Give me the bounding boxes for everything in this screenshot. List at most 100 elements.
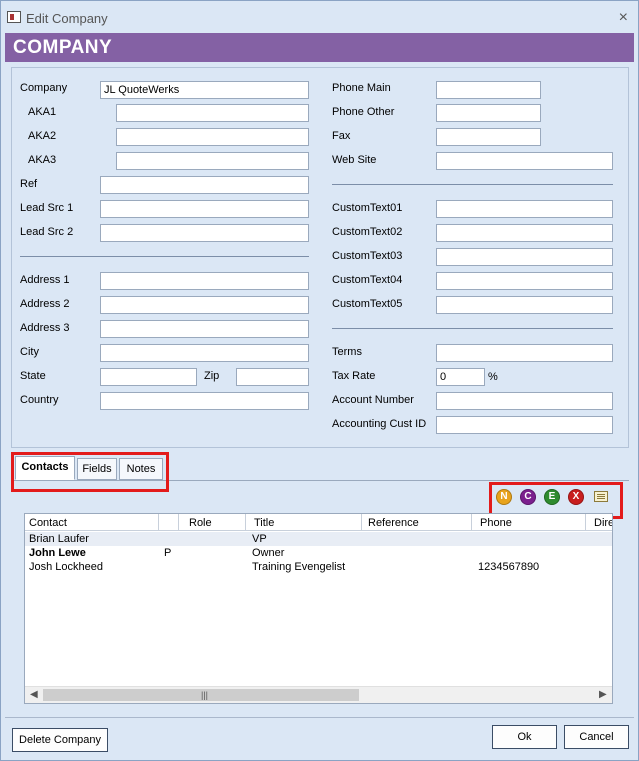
- left-divider-1: [20, 256, 309, 257]
- custom-text-01-input[interactable]: [436, 200, 613, 218]
- terms-input[interactable]: [436, 344, 613, 362]
- tab-fields[interactable]: Fields: [77, 458, 117, 480]
- grid-header: Contact Role Title Reference Phone Dire: [25, 514, 612, 531]
- new-contact-button[interactable]: N: [496, 489, 512, 505]
- column-header-contact[interactable]: Contact: [25, 514, 159, 531]
- phone-main-label: Phone Main: [332, 82, 391, 94]
- table-row[interactable]: Josh Lockheed Training Evengelist 123456…: [25, 560, 612, 574]
- web-site-label: Web Site: [332, 154, 377, 166]
- tax-rate-input[interactable]: [436, 368, 485, 386]
- column-header-title[interactable]: Title: [246, 514, 362, 531]
- custom-text-04-label: CustomText04: [332, 274, 403, 286]
- custom-text-04-input[interactable]: [436, 272, 613, 290]
- column-header-reference[interactable]: Reference: [362, 514, 472, 531]
- table-row[interactable]: John Lewe P Owner: [25, 546, 612, 560]
- cell-title: Training Evengelist: [252, 561, 346, 573]
- lead-src-1-label: Lead Src 1: [20, 202, 74, 214]
- address1-label: Address 1: [20, 274, 70, 286]
- cell-contact: Brian Laufer: [29, 533, 89, 545]
- delete-company-button[interactable]: Delete Company: [12, 728, 108, 752]
- contacts-grid[interactable]: Contact Role Title Reference Phone Dire …: [24, 513, 613, 704]
- cell-contact: John Lewe: [29, 547, 86, 559]
- zip-label: Zip: [204, 370, 220, 382]
- web-site-input[interactable]: [436, 152, 613, 170]
- cell-phone: 1234567890: [478, 561, 540, 573]
- grip-icon: |||: [201, 690, 209, 700]
- tab-notes[interactable]: Notes: [119, 458, 163, 480]
- delete-contact-button[interactable]: X: [568, 489, 584, 505]
- address1-input[interactable]: [100, 272, 309, 290]
- aka3-input[interactable]: [116, 152, 309, 170]
- address2-label: Address 2: [20, 298, 70, 310]
- accounting-cust-id-label: Accounting Cust ID: [332, 418, 427, 430]
- aka2-label: AKA2: [28, 130, 57, 142]
- right-divider-1: [332, 184, 613, 185]
- state-label: State: [20, 370, 46, 382]
- custom-text-03-label: CustomText03: [332, 250, 403, 262]
- lead-src-1-input[interactable]: [100, 200, 309, 218]
- column-header-phone[interactable]: Phone: [472, 514, 586, 531]
- address2-input[interactable]: [100, 296, 309, 314]
- copy-contact-button[interactable]: C: [520, 489, 536, 505]
- window-title: Edit Company: [26, 11, 108, 26]
- city-label: City: [20, 346, 39, 358]
- tab-contacts[interactable]: Contacts: [15, 456, 75, 480]
- phone-other-input[interactable]: [436, 104, 541, 122]
- zip-input[interactable]: [236, 368, 309, 386]
- custom-text-01-label: CustomText01: [332, 202, 403, 214]
- cell-contact: Josh Lockheed: [29, 561, 103, 573]
- accounting-cust-id-input[interactable]: [436, 416, 613, 434]
- edit-company-window: Edit Company × COMPANY Company AKA1 AKA2…: [0, 0, 639, 761]
- scroll-left-icon[interactable]: ◀: [30, 689, 38, 700]
- ref-label: Ref: [20, 178, 38, 190]
- ok-button[interactable]: Ok: [492, 725, 557, 749]
- fax-label: Fax: [332, 130, 351, 142]
- scroll-right-icon[interactable]: ▶: [599, 689, 607, 700]
- custom-text-02-input[interactable]: [436, 224, 613, 242]
- custom-text-05-label: CustomText05: [332, 298, 403, 310]
- custom-text-05-input[interactable]: [436, 296, 613, 314]
- cell-title: VP: [252, 533, 267, 545]
- aka1-input[interactable]: [116, 104, 309, 122]
- tax-rate-label: Tax Rate: [332, 370, 376, 382]
- lead-src-2-label: Lead Src 2: [20, 226, 74, 238]
- cancel-button[interactable]: Cancel: [564, 725, 629, 749]
- cell-role: P: [164, 547, 172, 559]
- company-input[interactable]: [100, 81, 309, 99]
- country-label: Country: [20, 394, 59, 406]
- ref-input[interactable]: [100, 176, 309, 194]
- cell-title: Owner: [252, 547, 285, 559]
- address3-input[interactable]: [100, 320, 309, 338]
- right-divider-2: [332, 328, 613, 329]
- title-bar: Edit Company ×: [1, 1, 638, 33]
- aka2-input[interactable]: [116, 128, 309, 146]
- column-header-spacer: [159, 514, 179, 531]
- company-label: Company: [20, 82, 68, 94]
- column-header-direct[interactable]: Dire: [586, 514, 612, 531]
- city-input[interactable]: [100, 344, 309, 362]
- company-banner: COMPANY: [5, 33, 634, 62]
- aka1-label: AKA1: [28, 106, 57, 118]
- aka3-label: AKA3: [28, 154, 57, 166]
- address3-label: Address 3: [20, 322, 70, 334]
- column-header-role[interactable]: Role: [179, 514, 246, 531]
- mail-icon[interactable]: [594, 491, 608, 502]
- horizontal-scrollbar[interactable]: ◀ ||| ▶: [25, 686, 612, 703]
- account-number-label: Account Number: [332, 394, 414, 406]
- edit-contact-button[interactable]: E: [544, 489, 560, 505]
- country-input[interactable]: [100, 392, 309, 410]
- table-row[interactable]: Brian Laufer VP: [25, 532, 612, 546]
- fax-input[interactable]: [436, 128, 541, 146]
- phone-main-input[interactable]: [436, 81, 541, 99]
- company-details-panel: Company AKA1 AKA2 AKA3 Ref Lead Src 1 Le…: [11, 67, 629, 448]
- scrollbar-thumb[interactable]: |||: [43, 689, 359, 701]
- custom-text-03-input[interactable]: [436, 248, 613, 266]
- phone-other-label: Phone Other: [332, 106, 395, 118]
- state-input[interactable]: [100, 368, 197, 386]
- custom-text-02-label: CustomText02: [332, 226, 403, 238]
- app-icon: [7, 11, 21, 23]
- account-number-input[interactable]: [436, 392, 613, 410]
- footer-divider: [5, 717, 634, 718]
- lead-src-2-input[interactable]: [100, 224, 309, 242]
- close-icon[interactable]: ×: [619, 9, 628, 27]
